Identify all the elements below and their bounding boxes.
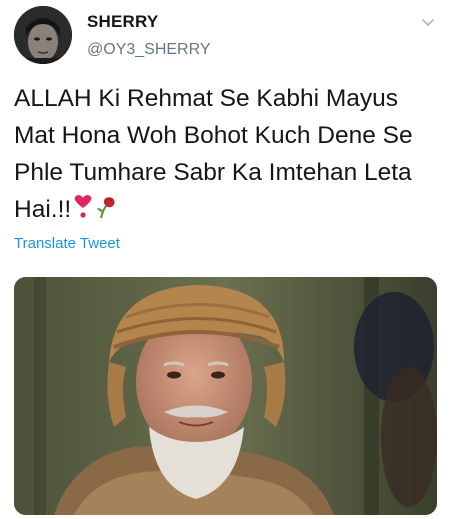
tweet-media-image[interactable] bbox=[14, 277, 437, 515]
chevron-down-icon[interactable] bbox=[420, 14, 436, 30]
tweet-emojis bbox=[71, 194, 121, 231]
translate-tweet-link[interactable]: Translate Tweet bbox=[14, 235, 120, 252]
wilted-rose-icon bbox=[97, 197, 115, 219]
tweet-text: ALLAH Ki Rehmat Se Kabhi Mayus Mat Hona … bbox=[14, 80, 442, 231]
avatar[interactable] bbox=[14, 6, 72, 64]
author-name[interactable]: SHERRY bbox=[87, 12, 158, 32]
heavy-heart-exclamation-icon bbox=[74, 195, 92, 218]
media-photo bbox=[14, 277, 437, 515]
author-handle[interactable]: @OY3_SHERRY bbox=[87, 41, 211, 59]
avatar-image bbox=[14, 6, 72, 64]
